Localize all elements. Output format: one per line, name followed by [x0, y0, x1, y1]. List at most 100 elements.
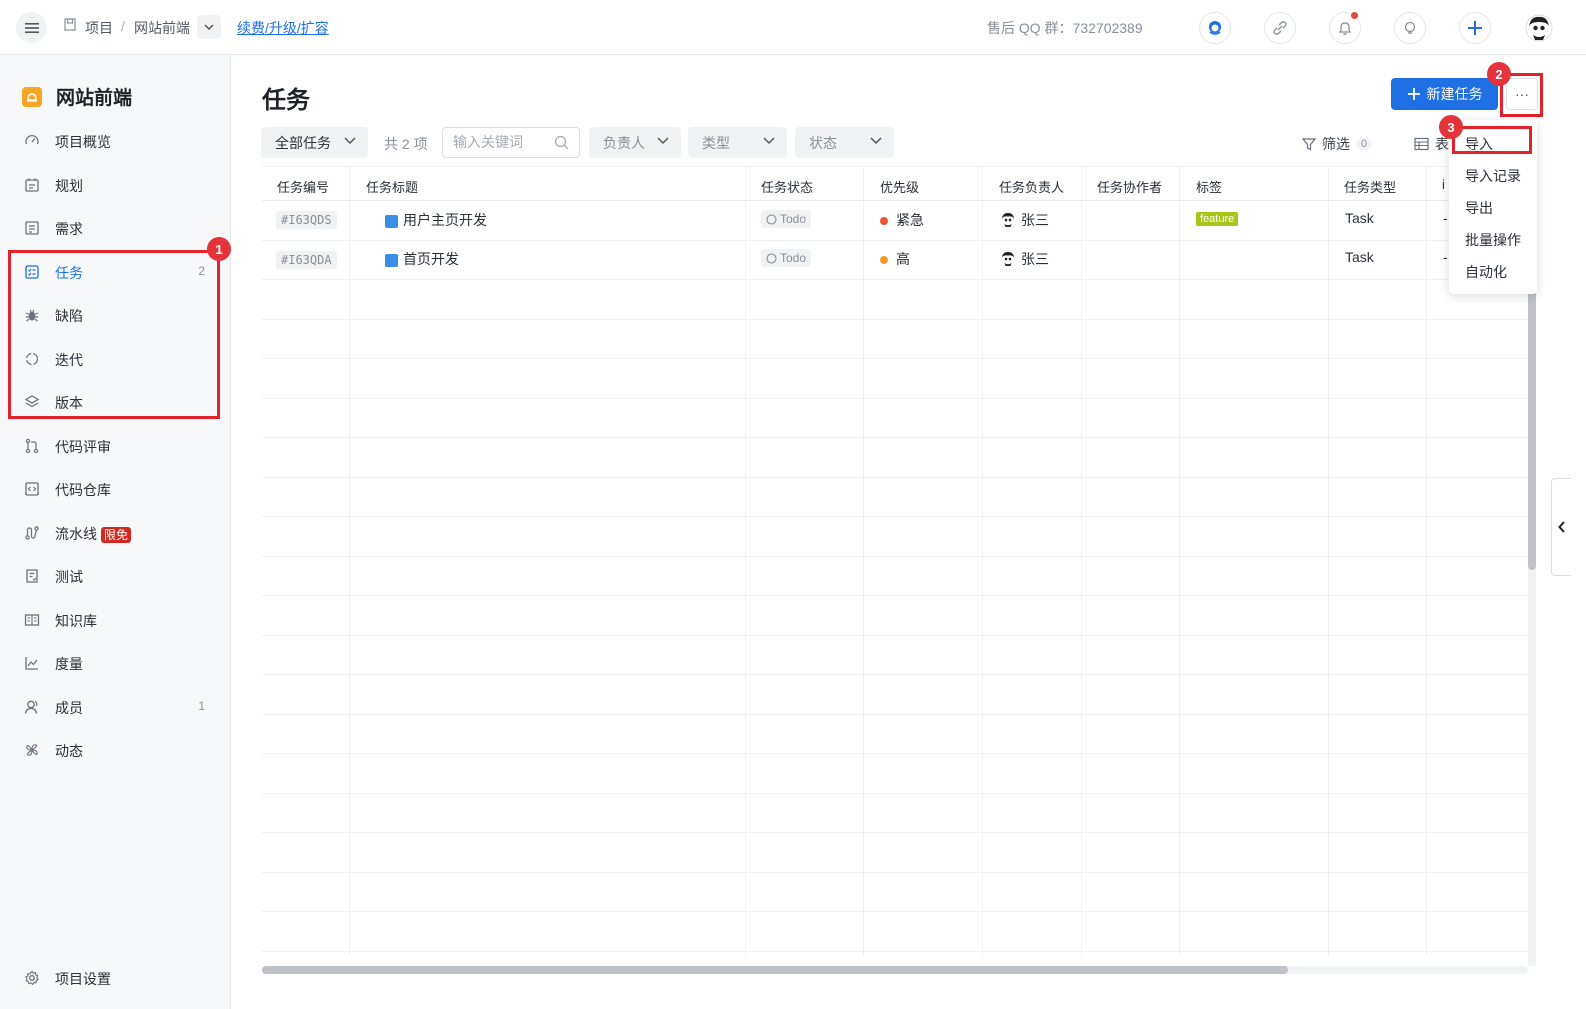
status-filter[interactable]: 状态: [795, 127, 894, 158]
column-header[interactable]: 任务类型: [1344, 177, 1396, 196]
all-tasks-label: 全部任务: [275, 134, 331, 151]
top-bar: 项目 / 网站前端 续费/升级/扩容 售后 QQ 群：732702389: [0, 0, 1586, 55]
task-status[interactable]: Todo: [761, 210, 812, 228]
task-type[interactable]: Task: [1345, 210, 1374, 226]
requirement-icon: [23, 219, 40, 236]
column-header[interactable]: i: [1442, 177, 1445, 192]
row-divider: [262, 832, 1528, 833]
breadcrumb-project[interactable]: 网站前端: [134, 18, 190, 38]
task-id[interactable]: #I63QDA: [276, 251, 337, 269]
link-icon[interactable]: [1264, 12, 1296, 44]
plus-icon[interactable]: [1459, 12, 1491, 44]
layers-icon: [23, 393, 40, 410]
menu-item-export[interactable]: 导出: [1465, 198, 1493, 218]
chevron-down-icon[interactable]: [197, 15, 221, 39]
task-title[interactable]: 首页开发: [385, 249, 459, 269]
menu-item-import-history[interactable]: 导入记录: [1465, 166, 1521, 186]
menu-item-import[interactable]: 导入: [1465, 134, 1493, 154]
row-divider: [262, 556, 1528, 557]
more-button[interactable]: ···: [1506, 78, 1538, 110]
task-status[interactable]: Todo: [761, 249, 812, 267]
column-header[interactable]: 优先级: [880, 177, 919, 196]
sidebar-item-pipeline[interactable]: 流水线 限免: [0, 512, 230, 552]
menu-item-batch-operations[interactable]: 批量操作: [1465, 230, 1521, 250]
row-divider: [262, 793, 1528, 794]
vertical-scrollbar[interactable]: [1528, 200, 1536, 966]
project-header[interactable]: 网站前端: [22, 83, 132, 110]
sidebar-item-code-review[interactable]: 代码评审: [0, 425, 230, 465]
horizontal-scrollbar[interactable]: [262, 966, 1528, 974]
sidebar-item-label: 流水线 限免: [55, 524, 132, 544]
column-divider: [1328, 166, 1329, 956]
column-header[interactable]: 任务编号: [277, 177, 329, 196]
task-extra: -: [1443, 210, 1448, 226]
new-task-button[interactable]: 新建任务: [1391, 78, 1498, 110]
all-tasks-filter[interactable]: 全部任务: [261, 127, 368, 158]
sidebar-item-requirements[interactable]: 需求: [0, 207, 230, 247]
row-divider: [262, 714, 1528, 715]
task-assignee[interactable]: 张三: [1000, 210, 1049, 230]
filter-button[interactable]: 筛选 0: [1302, 134, 1373, 154]
column-header[interactable]: 任务协作者: [1097, 177, 1162, 196]
sidebar-item-iterations[interactable]: 迭代: [0, 338, 230, 378]
task-tag[interactable]: feature: [1196, 212, 1239, 226]
sidebar-item-wiki[interactable]: 知识库: [0, 599, 230, 639]
sidebar-item-versions[interactable]: 版本: [0, 381, 230, 421]
status-circle-icon: [766, 213, 777, 225]
sidebar-item-label: 成员: [55, 700, 83, 716]
project-name: 网站前端: [56, 88, 133, 109]
chevron-down-icon: [870, 137, 882, 145]
task-priority[interactable]: 紧急: [880, 210, 924, 230]
type-filter[interactable]: 类型: [688, 127, 787, 158]
task-id[interactable]: #I63QDS: [276, 211, 337, 229]
sidebar-item-bugs[interactable]: 缺陷: [0, 294, 230, 334]
sidebar-item-planning[interactable]: 规划: [0, 164, 230, 204]
user-avatar[interactable]: [1525, 14, 1553, 42]
assignee-avatar: [1000, 212, 1016, 228]
search-input[interactable]: 输入关键词: [442, 127, 580, 158]
column-header[interactable]: 标签: [1196, 177, 1222, 196]
task-title[interactable]: 用户主页开发: [385, 210, 487, 230]
project-logo-icon: [22, 86, 42, 107]
menu-icon[interactable]: [16, 12, 47, 43]
sidebar-item-overview[interactable]: 项目概览: [0, 120, 230, 160]
plus-icon: [1407, 88, 1420, 100]
sidebar-item-members[interactable]: 成员 1: [0, 686, 230, 726]
assignee-avatar: [1000, 251, 1016, 267]
sidebar-item-metrics[interactable]: 度量: [0, 642, 230, 682]
task-type-icon: [385, 214, 398, 228]
sidebar-item-settings[interactable]: 项目设置: [0, 957, 230, 997]
column-header[interactable]: 任务标题: [366, 177, 418, 196]
sidebar-item-activity[interactable]: 动态: [0, 729, 230, 769]
menu-item-automation[interactable]: 自动化: [1465, 262, 1507, 282]
column-divider: [745, 166, 746, 956]
sidebar-item-tasks[interactable]: 任务 2: [0, 251, 230, 291]
sidebar-item-testing[interactable]: 测试: [0, 555, 230, 595]
column-divider: [1081, 166, 1082, 956]
notification-bell-icon[interactable]: [1329, 12, 1361, 44]
priority-text: 紧急: [896, 212, 924, 228]
book-icon: [23, 611, 40, 628]
collapse-panel-tab[interactable]: [1551, 478, 1571, 576]
sidebar-item-label: 项目概览: [55, 134, 111, 150]
sidebar-item-code-repo[interactable]: 代码仓库: [0, 468, 230, 508]
row-divider: [262, 911, 1528, 912]
column-header[interactable]: 任务状态: [761, 177, 813, 196]
free-badge: 限免: [101, 527, 132, 543]
assignee-filter[interactable]: 负责人: [589, 127, 681, 158]
task-priority[interactable]: 高: [880, 249, 910, 269]
renew-link[interactable]: 续费/升级/扩容: [237, 18, 329, 38]
task-assignee[interactable]: 张三: [1000, 249, 1049, 269]
breadcrumb-root[interactable]: 项目: [85, 18, 113, 38]
task-type-icon: [385, 253, 398, 267]
column-divider: [1426, 166, 1427, 956]
filter-label: 筛选: [1322, 136, 1350, 152]
sidebar-item-label: 度量: [55, 656, 83, 672]
row-divider: [262, 595, 1528, 596]
task-type[interactable]: Task: [1345, 249, 1374, 265]
support-icon[interactable]: [1199, 12, 1231, 44]
column-divider: [982, 166, 983, 956]
column-header[interactable]: 任务负责人: [999, 177, 1064, 196]
lightbulb-icon[interactable]: [1394, 12, 1426, 44]
horizontal-scroll-thumb[interactable]: [262, 966, 1288, 974]
